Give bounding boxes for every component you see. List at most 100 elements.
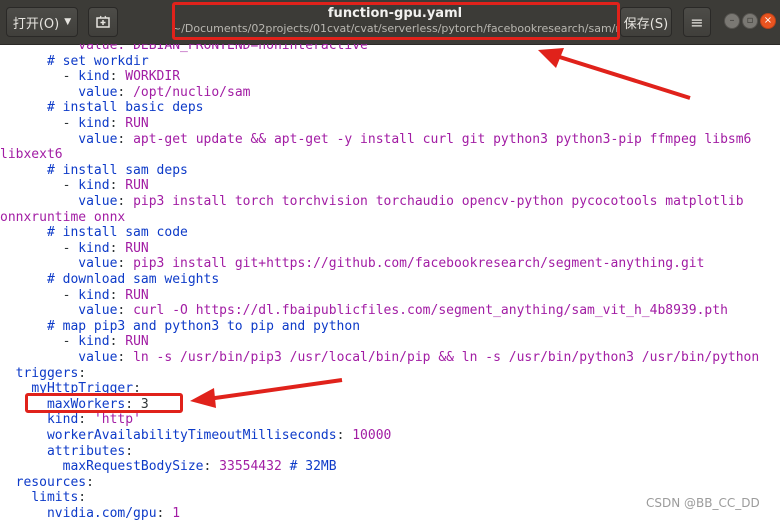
code-line: workerAvailabilityTimeoutMilliseconds: 1… [0,428,391,444]
code-token: : [109,69,126,85]
code-token: # set workdir [46,53,149,69]
code-line: libxext6 [0,147,63,163]
code-token: libxext6 [0,147,63,163]
code-editor[interactable]: value: DEBIAN_FRONTEND=noninteractive # … [0,44,780,520]
code-token: kind [78,116,110,131]
code-token: 'http' [93,412,141,428]
code-token: WORKDIR [125,69,181,85]
code-token: : [109,240,126,256]
code-token: value [78,131,118,147]
code-token: : [156,506,173,520]
code-line: kind: 'http' [0,412,141,428]
code-token: - [62,69,79,85]
open-button[interactable]: 打开(O) ▼ [6,7,78,37]
new-document-button[interactable] [88,7,118,37]
code-token: 10000 [352,428,392,443]
code-token: kind [78,178,110,194]
code-token: - [62,240,79,256]
code-token: value [78,350,118,365]
code-token: limits [31,490,79,506]
code-line: # install basic deps [0,100,204,116]
code-token: : [117,194,134,209]
code-line: # install sam code [0,225,188,241]
arrow-to-max-workers-icon [190,378,343,408]
code-token: pip3 install torch torchvision torchaudi… [133,194,744,209]
code-line: attributes: [0,444,133,460]
code-token: : [109,287,126,303]
code-token: kind [78,287,110,303]
code-line: nvidia.com/gpu: 1 [0,506,180,520]
hamburger-icon: ≡ [690,12,704,32]
code-token: 33554432 [219,459,282,475]
code-token: kind [78,240,110,256]
code-token: kind [78,334,110,350]
code-token: RUN [125,178,149,194]
code-token: # 32MB [281,459,337,475]
chevron-down-icon: ▼ [64,17,72,27]
code-token: : [78,365,87,381]
title-bar: 打开(O) ▼ function-gpu.yaml ~/Documents/02… [0,0,780,45]
code-line: value: /opt/nuclio/sam [0,85,250,101]
code-token: value: DEBIAN_FRONTEND=noninteractive [78,44,368,53]
code-line: # map pip3 and python3 to pip and python [0,319,360,335]
code-token: kind [46,412,79,428]
save-button[interactable]: 保存(S) [620,7,672,37]
code-line: - kind: RUN [0,334,149,350]
code-token: value [78,303,118,319]
code-token: value [78,84,118,100]
code-line: value: curl -O https://dl.fbaipublicfile… [0,303,728,319]
arrow-to-title-icon [538,48,691,100]
code-token: ln -s /usr/bin/pip3 /usr/local/bin/pip &… [133,350,760,365]
code-line: # set workdir [0,54,149,70]
code-line: # download sam weights [0,272,219,288]
code-token: 1 [172,506,181,520]
code-token: : [125,443,134,459]
code-token: # install sam code [46,225,188,241]
code-token: : [109,178,126,194]
code-token: workerAvailabilityTimeoutMilliseconds [46,428,337,443]
open-button-label: 打开(O) [12,16,60,32]
code-token: apt-get update && apt-get -y install cur… [133,131,752,147]
new-document-icon [96,15,110,28]
code-line: - kind: RUN [0,288,149,304]
code-token: value [78,194,118,209]
watermark: CSDN @BB_CC_DD [646,496,760,510]
hamburger-menu-button[interactable]: ≡ [683,7,711,37]
code-token: : [86,474,94,490]
code-token: # map pip3 and python3 to pip and python [46,318,361,334]
code-line: - kind: RUN [0,241,149,257]
minimize-button[interactable]: – [724,13,740,29]
code-line: value: ln -s /usr/bin/pip3 /usr/local/bi… [0,350,759,366]
code-line: value: pip3 install torch torchvision to… [0,194,744,210]
code-token: kind [78,69,110,85]
code-token: : [117,131,134,147]
code-line: # install sam deps [0,163,188,179]
code-line: - kind: RUN [0,178,149,194]
code-line: value: pip3 install git+https://github.c… [0,256,704,272]
code-line: onnxruntime onnx [0,210,125,226]
code-token: : [203,459,220,475]
max-workers-highlight-box [25,393,183,413]
code-line: limits: [0,490,86,506]
code-token: - [62,116,79,131]
code-token: RUN [125,287,149,303]
code-token: # download sam weights [46,272,220,287]
maximize-icon: ▫ [746,15,754,26]
code-token: # install sam deps [46,162,188,178]
code-token: resources [15,474,87,490]
close-button[interactable]: × [760,13,776,29]
code-line: maxRequestBodySize: 33554432 # 32MB [0,459,337,475]
code-token: RUN [125,334,149,350]
code-token: # install basic deps [46,100,204,116]
code-token: curl -O https://dl.fbaipublicfiles.com/s… [133,303,728,319]
code-token: - [62,334,79,350]
code-token: : [109,334,126,350]
code-token: triggers [15,365,79,381]
maximize-button[interactable]: ▫ [742,13,758,29]
code-line: - kind: RUN [0,116,149,132]
code-token: - [62,287,79,303]
code-line: value: DEBIAN_FRONTEND=noninteractive [0,44,368,54]
code-token: : [109,116,126,131]
code-line: triggers: [0,366,86,382]
code-line: value: apt-get update && apt-get -y inst… [0,132,751,148]
